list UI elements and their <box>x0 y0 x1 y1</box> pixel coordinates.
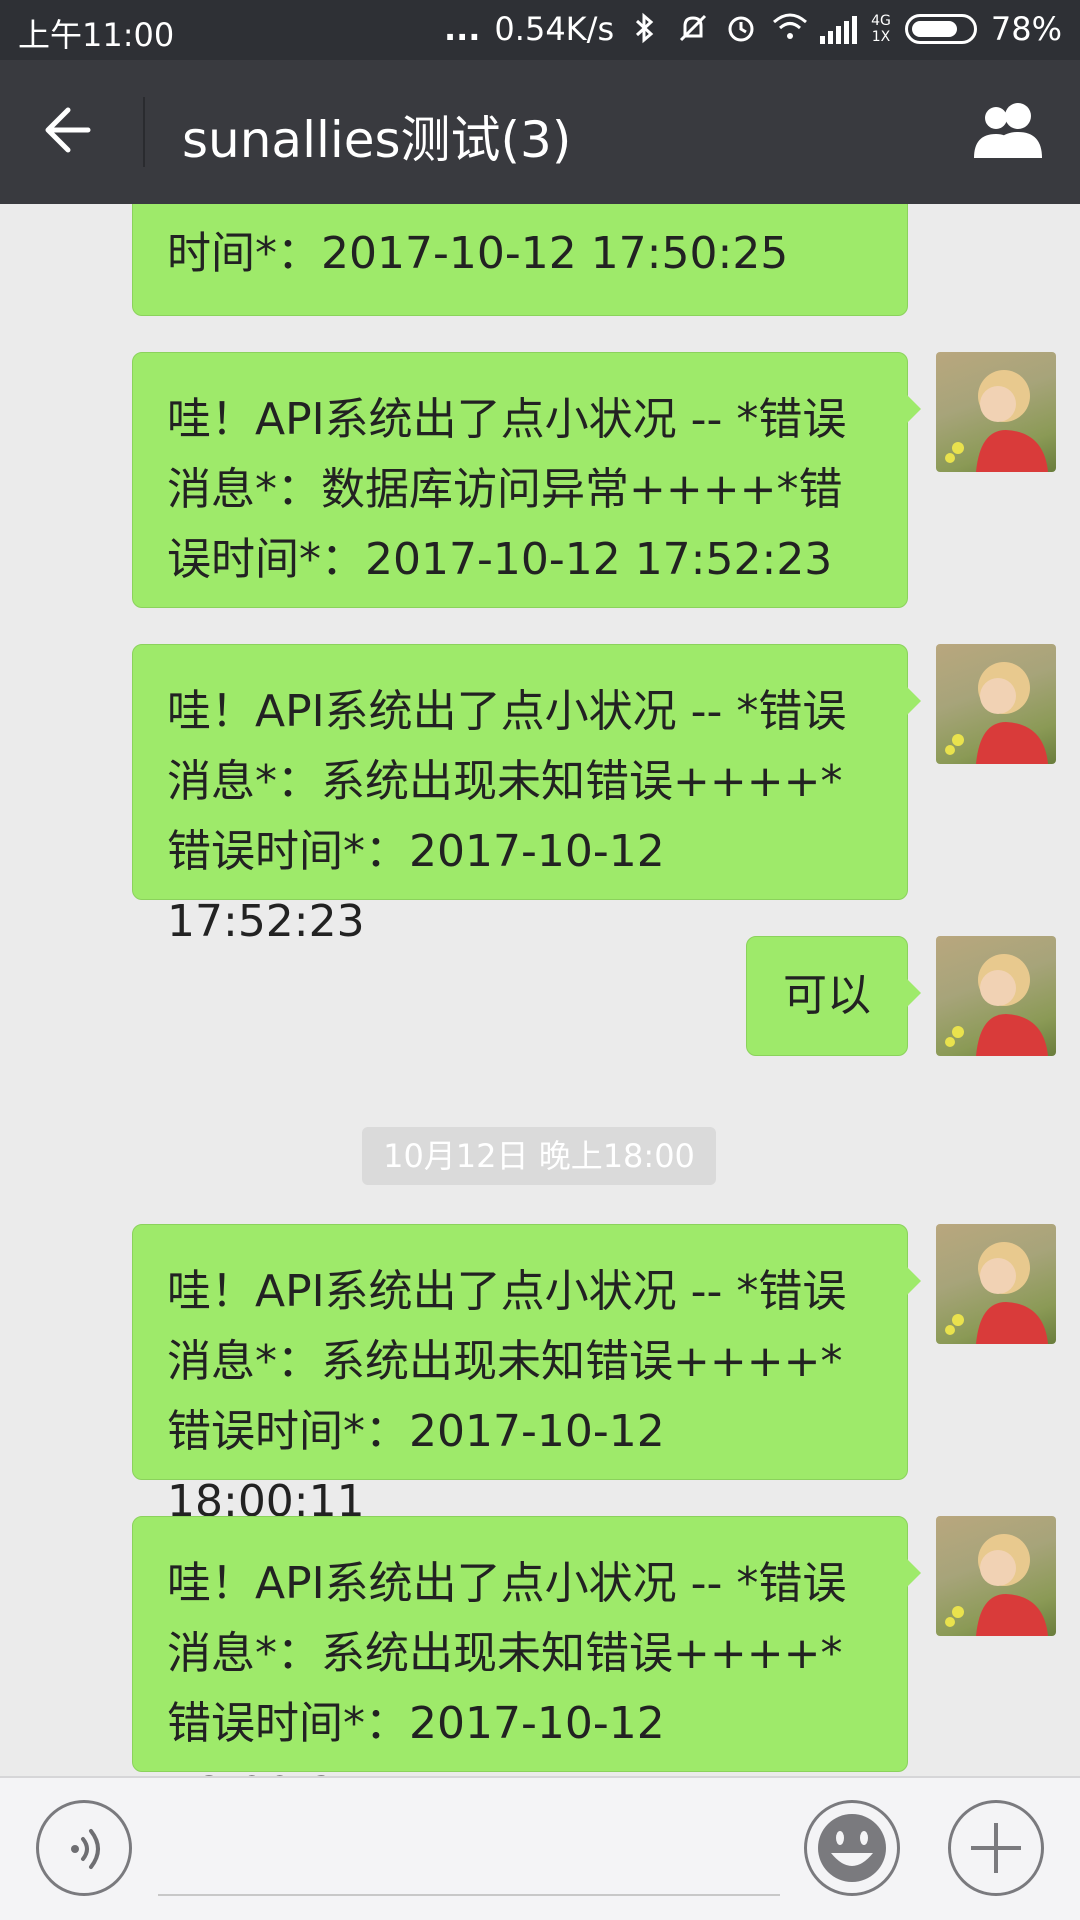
chat-area[interactable]: 时间*：2017-10-12 17:50:25 哇！API系统出了点小状况 --… <box>0 204 1080 1776</box>
message-bubble[interactable]: 哇！API系统出了点小状况 -- *错误消息*：系统出现未知错误++++*错误时… <box>132 644 921 947</box>
message-text: 哇！API系统出了点小状况 -- *错误消息*：系统出现未知错误++++*错误时… <box>167 686 847 947</box>
signal-icon <box>820 14 858 44</box>
avatar[interactable] <box>936 352 1056 472</box>
mute-icon <box>676 12 710 46</box>
avatar[interactable] <box>936 1516 1056 1636</box>
battery-icon <box>904 14 977 44</box>
status-time: 上午11:00 <box>18 16 175 54</box>
bubble-tail <box>907 1267 921 1295</box>
network-type-label: 4G <box>871 13 891 29</box>
timestamp-label: 10月12日 晚上18:00 <box>362 1127 716 1185</box>
wifi-icon <box>772 12 808 46</box>
bubble-tail <box>907 979 921 1007</box>
alarm-icon <box>724 12 758 46</box>
status-dots: ... <box>443 10 481 48</box>
chat-title: sunallies测试(3) <box>182 111 572 169</box>
bubble-tail <box>907 687 921 715</box>
message-text: 哇！API系统出了点小状况 -- *错误消息*：系统出现未知错误++++*错误时… <box>167 1558 847 1776</box>
title-bar: sunallies测试(3) <box>0 60 1080 204</box>
message-text: 哇！API系统出了点小状况 -- *错误消息*：数据库访问异常++++*错误时间… <box>167 394 847 585</box>
group-members-icon[interactable] <box>966 100 1052 164</box>
plus-icon[interactable] <box>948 1800 1044 1896</box>
network-type: 4G 1X <box>871 13 891 45</box>
message-bubble[interactable]: 时间*：2017-10-12 17:50:25 <box>132 204 908 316</box>
bluetooth-icon <box>628 12 662 46</box>
message-text: 哇！API系统出了点小状况 -- *错误消息*：系统出现未知错误++++*错误时… <box>167 1266 847 1527</box>
bubble-tail <box>907 395 921 423</box>
avatar[interactable] <box>936 1224 1056 1344</box>
message-bubble[interactable]: 哇！API系统出了点小状况 -- *错误消息*：系统出现未知错误++++*错误时… <box>132 1224 921 1527</box>
avatar[interactable] <box>936 936 1056 1056</box>
battery-percent: 78% <box>990 10 1062 48</box>
status-bar: 上午11:00 ... 0.54K/s 4G 1X 78% <box>0 0 1080 60</box>
avatar[interactable] <box>936 644 1056 764</box>
bubble-tail <box>907 1559 921 1587</box>
message-bubble[interactable]: 可以 <box>746 936 921 1056</box>
message-text: 可以 <box>783 970 871 1021</box>
back-arrow-icon[interactable] <box>38 102 108 162</box>
message-text: 时间*：2017-10-12 17:50:25 <box>167 228 789 279</box>
status-icons: ... 0.54K/s 4G 1X 78% <box>444 10 1062 48</box>
input-bar <box>0 1776 1080 1920</box>
message-input[interactable] <box>158 1894 780 1896</box>
sim-label: 1X <box>871 29 891 45</box>
emoji-icon[interactable] <box>804 1800 900 1896</box>
title-divider <box>143 97 145 167</box>
battery-level <box>911 21 957 37</box>
message-bubble[interactable]: 哇！API系统出了点小状况 -- *错误消息*：数据库访问异常++++*错误时间… <box>132 352 921 608</box>
voice-icon[interactable] <box>36 1800 132 1896</box>
message-bubble[interactable]: 哇！API系统出了点小状况 -- *错误消息*：系统出现未知错误++++*错误时… <box>132 1516 921 1776</box>
net-speed: 0.54K/s <box>494 10 615 48</box>
